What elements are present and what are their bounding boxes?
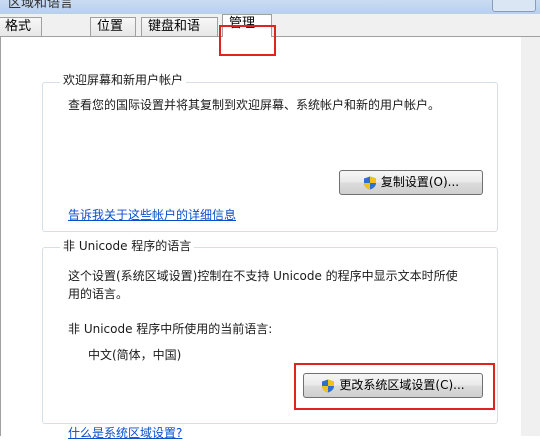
accounts-info-link[interactable]: 告诉我关于这些帐户的详细信息 (68, 206, 236, 223)
tab-formats[interactable]: 格式 (0, 17, 42, 37)
non-unicode-description-line1: 这个设置(系统区域设置)控制在不支持 Unicode 的程序中显示文本时所使 (68, 269, 458, 283)
title-bar: 区域和语言 (0, 0, 540, 14)
current-language-value: 中文(简体，中国) (88, 348, 182, 362)
tab-label: 管理 (229, 16, 256, 31)
system-locale-info-link[interactable]: 什么是系统区域设置? (68, 424, 182, 441)
tab-location[interactable]: 位置 (90, 17, 136, 37)
tab-strip: 格式 位置 键盘和语言 管理 (0, 14, 540, 52)
shield-icon (322, 379, 335, 392)
change-system-locale-label: 更改系统区域设置(C)... (339, 378, 465, 392)
tab-administrative[interactable]: 管理 (222, 14, 272, 37)
window-control-button[interactable] (492, 0, 536, 12)
tab-label: 位置 (97, 19, 124, 34)
welcome-group-legend: 欢迎屏幕和新用户帐户 (60, 71, 187, 88)
non-unicode-description-line2: 用的语言。 (68, 287, 129, 301)
tab-label: 格式 (5, 19, 32, 34)
window-title: 区域和语言 (8, 0, 74, 11)
welcome-description: 查看您的国际设置并将其复制到欢迎屏幕、系统帐户和新的用户帐户。 (68, 98, 441, 112)
current-language-label: 非 Unicode 程序中所使用的当前语言: (68, 322, 273, 336)
shield-icon (363, 176, 376, 189)
tab-keyboards-languages[interactable]: 键盘和语言 (141, 17, 218, 52)
copy-settings-label: 复制设置(O)... (380, 175, 460, 189)
non-unicode-group-legend: 非 Unicode 程序的语言 (60, 237, 195, 254)
copy-settings-button[interactable]: 复制设置(O)... (339, 170, 483, 195)
change-system-locale-button[interactable]: 更改系统区域设置(C)... (303, 373, 483, 398)
